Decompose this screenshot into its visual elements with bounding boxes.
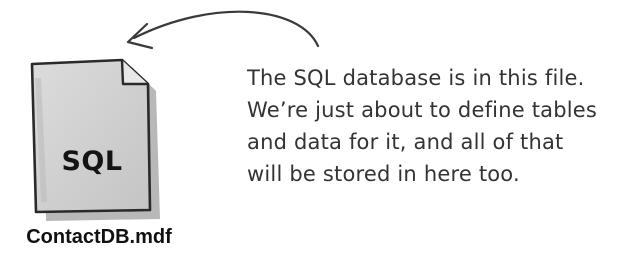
annotation-line: and data for it, and all of that [247, 130, 564, 154]
annotation-line: We’re just about to define tables [247, 98, 598, 122]
annotation-text: The SQL database is in this file. We’re … [247, 62, 631, 190]
annotation-line: will be stored in here too. [247, 162, 520, 186]
diagram-canvas: SQL ContactDB.mdf The SQL database is in… [0, 0, 633, 258]
annotation-line: The SQL database is in this file. [247, 66, 585, 90]
file-type-badge: SQL [61, 146, 123, 177]
file-name-label: ContactDB.mdf [26, 226, 172, 248]
file-icon-group: SQL [22, 54, 178, 224]
document-file-icon [30, 58, 160, 221]
